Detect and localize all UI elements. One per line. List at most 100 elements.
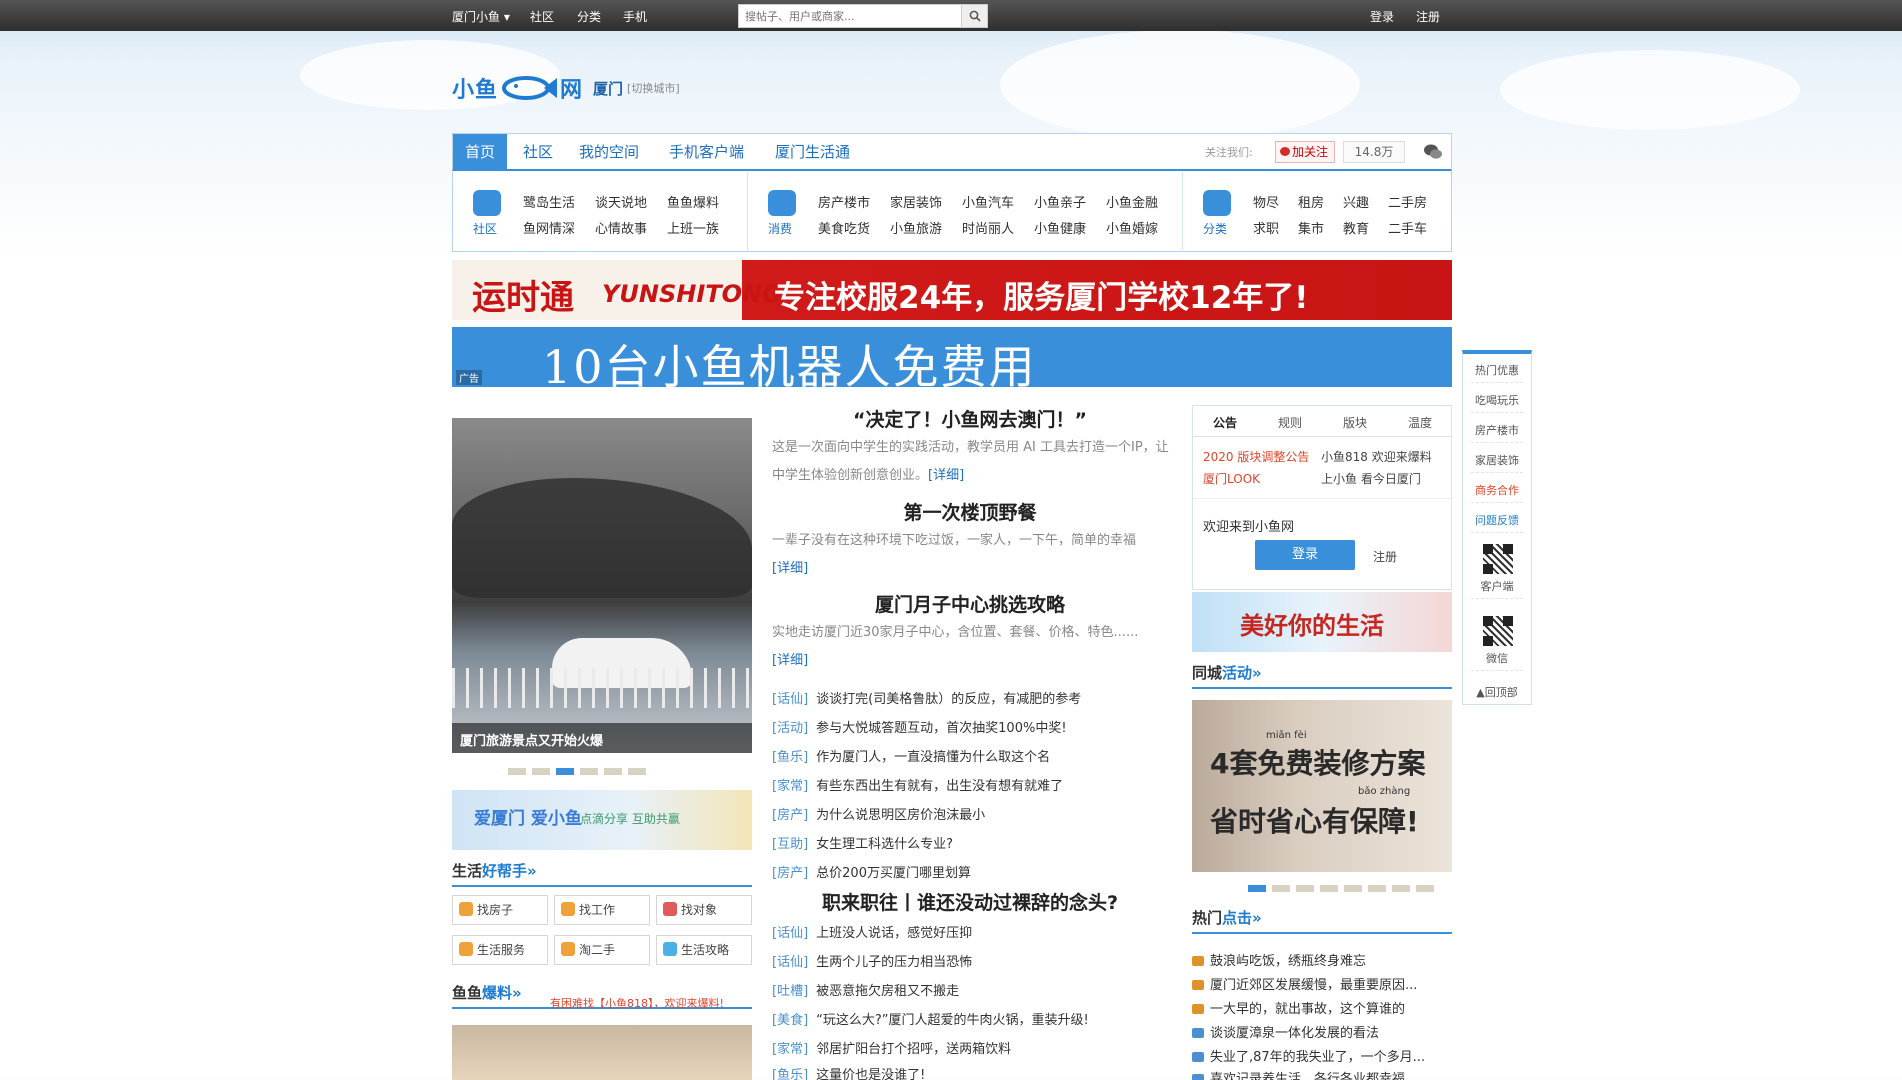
more-link[interactable]: [详细]	[772, 653, 808, 668]
slider-dot-active[interactable]	[556, 768, 574, 775]
ad-banner-robot[interactable]: 10台小鱼机器人免费用 广告	[452, 327, 1452, 394]
slider-dot[interactable]	[1368, 885, 1386, 892]
hot-item[interactable]: 失业了,87年的我失业了，一个多月...	[1192, 1046, 1452, 1065]
category-link[interactable]: 兴趣	[1343, 192, 1369, 211]
news-tag[interactable]: [家常]	[772, 779, 808, 794]
tab-community[interactable]: 社区	[511, 134, 565, 170]
tab-mobile-client[interactable]: 手机客户端	[657, 134, 756, 170]
category-label-consume[interactable]: 消费	[768, 220, 792, 237]
category-link[interactable]: 时尚丽人	[962, 218, 1014, 237]
news-tag[interactable]: [话仙]	[772, 926, 808, 941]
news-item[interactable]: [话仙] 上班没人说话，感觉好压抑	[772, 922, 1172, 941]
category-link[interactable]: 小鱼汽车	[962, 192, 1014, 211]
slider-dot[interactable]	[1296, 885, 1314, 892]
find-job-button[interactable]: 找工作	[554, 895, 650, 925]
news-item[interactable]: [房产] 为什么说思明区房价泡沫最小	[772, 804, 1172, 823]
news-item[interactable]: [活动] 参与大悦城答题互动，首次抽奖100%中奖!	[772, 717, 1172, 736]
sidebar-item-real-estate[interactable]: 房产楼市	[1463, 422, 1531, 438]
slider-dot-active[interactable]	[1248, 885, 1266, 892]
category-link[interactable]: 房产楼市	[818, 192, 870, 211]
category-link[interactable]: 鹭岛生活	[523, 192, 575, 211]
tab-notice[interactable]: 公告	[1213, 414, 1237, 431]
ad-free-decoration[interactable]: miǎn fèi 4套免费装修方案 bǎo zhàng 省时省心有保障!	[1192, 700, 1452, 872]
category-link[interactable]: 小鱼健康	[1034, 218, 1086, 237]
category-link[interactable]: 二手车	[1388, 218, 1427, 237]
headline[interactable]: 第一次楼顶野餐	[770, 498, 1170, 525]
ad-love-xiamen[interactable]: 爱厦门 爱小鱼 点滴分享 互助共赢	[452, 790, 752, 850]
category-link[interactable]: 美食吃货	[818, 218, 870, 237]
slider-dot[interactable]	[532, 768, 550, 775]
news-tag[interactable]: [鱼乐]	[772, 1068, 808, 1080]
news-item[interactable]: [家常] 有些东西出生有就有，出生没有想有就难了	[772, 775, 1172, 794]
more-link[interactable]: [详细]	[772, 561, 808, 576]
news-item[interactable]: [话仙] 生两个儿子的压力相当恐怖	[772, 951, 1172, 970]
tab-rules[interactable]: 规则	[1278, 414, 1302, 431]
switch-city-link[interactable]: [切换城市]	[627, 80, 680, 96]
news-item[interactable]: [吐槽] 被恶意拖欠房租又不搬走	[772, 980, 1172, 999]
news-item[interactable]: [鱼乐] 这量价也是没谁了!	[772, 1064, 1172, 1080]
news-tag[interactable]: [话仙]	[772, 692, 808, 707]
news-item[interactable]: [鱼乐] 作为厦门人，一直没搞懂为什么取这个名	[772, 746, 1172, 765]
slider-dot[interactable]	[580, 768, 598, 775]
news-item[interactable]: [美食] “玩这么大?”厦门人超爱的牛肉火锅，重装升级!	[772, 1009, 1172, 1028]
notice-link[interactable]: 厦门LOOK	[1203, 470, 1260, 487]
site-logo[interactable]: 小鱼 网 厦门 [切换城市]	[452, 72, 680, 104]
featured-photo-slider[interactable]: 厦门旅游景点又开始火爆	[452, 418, 752, 753]
tab-life-pass[interactable]: 厦门生活通	[763, 134, 862, 170]
section-title-activities[interactable]: 同城活动»	[1192, 662, 1452, 689]
news-item[interactable]: [互助] 女生理工科选什么专业?	[772, 833, 1172, 852]
category-link[interactable]: 鱼鱼爆料	[667, 192, 719, 211]
sidebar-client-label[interactable]: 客户端	[1463, 578, 1531, 594]
register-link[interactable]: 注册	[1373, 548, 1397, 565]
slider-dot[interactable]	[1272, 885, 1290, 892]
category-link[interactable]: 小鱼婚嫁	[1106, 218, 1158, 237]
ad-banner-uniform[interactable]: 运时通 YUNSHITONG 专注校服24年，服务厦门学校12年了!	[452, 260, 1452, 320]
register-link[interactable]: 注册	[1416, 8, 1440, 25]
slider-dot[interactable]	[1320, 885, 1338, 892]
slider-dot[interactable]	[1392, 885, 1410, 892]
slider-dot[interactable]	[1416, 885, 1434, 892]
notice-link[interactable]: 上小鱼 看今日厦门	[1321, 470, 1421, 487]
yuyu-news-image[interactable]	[452, 1025, 752, 1080]
news-tag[interactable]: [话仙]	[772, 955, 808, 970]
life-guide-button[interactable]: 生活攻略	[656, 935, 752, 965]
news-tag[interactable]: [房产]	[772, 808, 808, 823]
category-link[interactable]: 谈天说地	[595, 192, 647, 211]
hot-item[interactable]: 一大早的，就出事故，这个算谁的	[1192, 998, 1452, 1017]
category-link[interactable]: 上班一族	[667, 218, 719, 237]
headline[interactable]: “决定了！小鱼网去澳门！”	[770, 405, 1170, 432]
login-button[interactable]: 登录	[1255, 540, 1355, 570]
category-link[interactable]: 求职	[1253, 218, 1279, 237]
news-tag[interactable]: [鱼乐]	[772, 750, 808, 765]
headline[interactable]: 职来职往丨谁还没动过裸辞的念头?	[770, 888, 1170, 915]
yuyu-note-link[interactable]: 有困难找【小鱼818】，欢迎来爆料!	[550, 995, 724, 1011]
news-tag[interactable]: [吐槽]	[772, 984, 808, 999]
news-tag[interactable]: [互助]	[772, 837, 808, 852]
city-menu[interactable]: 厦门小鱼 ▾	[452, 8, 510, 25]
more-link[interactable]: [详细]	[928, 468, 964, 483]
slider-dot[interactable]	[1344, 885, 1362, 892]
news-item[interactable]: [话仙] 谈谈打完(司美格鲁肽）的反应，有减肥的参考	[772, 688, 1172, 707]
sidebar-item-food-fun[interactable]: 吃喝玩乐	[1463, 392, 1531, 408]
news-item[interactable]: [房产] 总价200万买厦门哪里划算	[772, 862, 1172, 881]
category-label-classify[interactable]: 分类	[1203, 220, 1227, 237]
second-hand-button[interactable]: 淘二手	[554, 935, 650, 965]
back-to-top-button[interactable]: ▲回顶部	[1463, 684, 1531, 700]
qr-code-icon[interactable]	[1483, 616, 1513, 646]
tab-boards[interactable]: 版块	[1343, 414, 1367, 431]
qr-code-icon[interactable]	[1483, 544, 1513, 574]
category-link[interactable]: 鱼网情深	[523, 218, 575, 237]
notice-link[interactable]: 2020 版块调整公告	[1203, 448, 1309, 465]
hot-item[interactable]: 厦门近郊区发展缓慢，最重要原因...	[1192, 974, 1452, 993]
search-input[interactable]	[739, 5, 961, 27]
category-link[interactable]: 教育	[1343, 218, 1369, 237]
news-tag[interactable]: [房产]	[772, 866, 808, 881]
category-link[interactable]: 家居装饰	[890, 192, 942, 211]
category-link[interactable]: 小鱼金融	[1106, 192, 1158, 211]
sidebar-wechat-label[interactable]: 微信	[1463, 650, 1531, 666]
search-button[interactable]	[961, 5, 987, 27]
category-link[interactable]: 集市	[1298, 218, 1324, 237]
sidebar-item-hot-deals[interactable]: 热门优惠	[1463, 362, 1531, 378]
section-title-hot[interactable]: 热门点击»	[1192, 907, 1452, 934]
category-link[interactable]: 小鱼亲子	[1034, 192, 1086, 211]
